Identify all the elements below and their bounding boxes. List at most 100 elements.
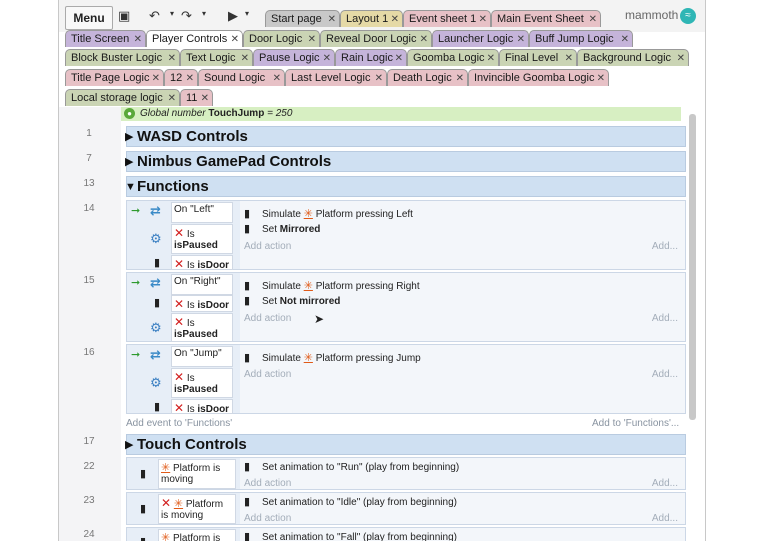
tab-layout-1[interactable]: Layout 1 ✕ [340, 10, 403, 27]
close-icon[interactable]: ✕ [391, 11, 399, 28]
redo-dropdown-icon[interactable]: ▾ [202, 9, 206, 18]
tab-goomba-logic[interactable]: Goomba Logic ✕ [407, 49, 499, 66]
tab-door-logic[interactable]: Door Logic ✕ [243, 30, 320, 47]
redo-icon[interactable]: ↷ [181, 7, 192, 25]
condition-on-left[interactable]: On "Left" [171, 202, 233, 223]
action-set-animation-fall[interactable]: Set animation to "Fall" (play from begin… [262, 532, 457, 541]
action-simulate-right[interactable]: Simulate ✳ Platform pressing Right [262, 279, 420, 292]
tab-final-level[interactable]: Final Level ✕ [499, 49, 577, 66]
event-on-jump[interactable]: ➞ ⇄ On "Jump" ⚙ ✕ Is isPaused ▮ ✕ Is isD… [126, 344, 686, 415]
event-platform-moving[interactable]: ▮ ✳ Platform is moving ▮ Set animation t… [126, 457, 686, 490]
condition-on-right[interactable]: On "Right" [171, 274, 233, 295]
tab-background-logic[interactable]: Background Logic ✕ [577, 49, 689, 66]
close-icon[interactable]: ✕ [456, 70, 464, 87]
condition-is-door[interactable]: ✕ Is isDoor [171, 255, 233, 271]
group-nimbus-gamepad-controls[interactable]: ▶ Nimbus GamePad Controls [125, 151, 686, 172]
tab-launcher-logic[interactable]: Launcher Logic ✕ [432, 30, 529, 47]
collapsed-triangle-icon[interactable]: ▶ [125, 435, 137, 455]
tab-invincible-goomba-logic[interactable]: Invincible Goomba Logic ✕ [468, 69, 609, 86]
close-icon[interactable]: ✕ [487, 50, 495, 67]
close-icon[interactable]: ✕ [375, 70, 383, 87]
close-icon[interactable]: ✕ [273, 70, 281, 87]
add-action-link[interactable]: Add action [244, 513, 291, 524]
tab-local-storage-logic[interactable]: Local storage logic ✕ [65, 89, 180, 106]
tab-11[interactable]: 11 ✕ [180, 89, 213, 106]
group-touch-controls[interactable]: ▶ Touch Controls [125, 434, 686, 455]
add-to-group-link[interactable]: Add to 'Functions'... [592, 418, 679, 429]
action-set-not-mirrored[interactable]: Set Not mirrored [262, 296, 340, 307]
add-menu-link[interactable]: Add... [652, 513, 678, 524]
close-icon[interactable]: ✕ [201, 90, 209, 107]
condition-is-paused[interactable]: ✕ Is isPaused [171, 224, 233, 254]
play-icon[interactable]: ▶ [228, 7, 238, 25]
collapsed-triangle-icon[interactable]: ▶ [125, 152, 137, 172]
close-icon[interactable]: ✕ [677, 50, 685, 67]
tab-last-level-logic[interactable]: Last Level Logic ✕ [285, 69, 387, 86]
condition-on-jump[interactable]: On "Jump" [171, 346, 233, 367]
action-set-mirrored[interactable]: Set Mirrored [262, 224, 320, 235]
event-platform-falling[interactable]: ▮ ✳ Platform is ▮ Set animation to "Fall… [126, 527, 686, 541]
add-action-link[interactable]: Add action [244, 241, 291, 252]
condition-is-paused[interactable]: ✕ Is isPaused [171, 313, 233, 342]
condition-platform-is-falling[interactable]: ✳ Platform is [158, 529, 236, 541]
tab-reveal-door-logic[interactable]: Reveal Door Logic ✕ [320, 30, 432, 47]
tab-player-controls[interactable]: Player Controls ✕ [146, 30, 243, 47]
close-icon[interactable]: ✕ [621, 31, 629, 48]
undo-dropdown-icon[interactable]: ▾ [170, 9, 174, 18]
close-icon[interactable]: ✕ [328, 11, 336, 28]
tab-sound-logic[interactable]: Sound Logic ✕ [198, 69, 285, 86]
add-action-link[interactable]: Add action [244, 313, 291, 324]
tab-title-page-logic[interactable]: Title Page Logic ✕ [65, 69, 164, 86]
close-icon[interactable]: ✕ [323, 50, 331, 67]
add-menu-link[interactable]: Add... [652, 313, 678, 324]
close-icon[interactable]: ✕ [241, 50, 249, 67]
close-icon[interactable]: ✕ [152, 70, 160, 87]
add-event-link[interactable]: Add event to 'Functions' [126, 418, 232, 429]
close-icon[interactable]: ✕ [168, 90, 176, 107]
close-icon[interactable]: ✕ [308, 31, 316, 48]
event-on-left[interactable]: ➞ ⇄ On "Left" ⚙ ✕ Is isPaused ▮ ✕ Is isD… [126, 200, 686, 271]
condition-platform-is-moving[interactable]: ✳ Platform is moving [158, 459, 236, 489]
tab-12[interactable]: 12 ✕ [164, 69, 198, 86]
global-variable-row[interactable]: ● Global number TouchJump = 250 [121, 107, 681, 121]
close-icon[interactable]: ✕ [589, 11, 597, 28]
close-icon[interactable]: ✕ [479, 11, 487, 28]
action-set-animation-idle[interactable]: Set animation to "Idle" (play from begin… [262, 497, 457, 508]
group-wasd-controls[interactable]: ▶ WASD Controls [125, 126, 686, 147]
tab-buff-jump-logic[interactable]: Buff Jump Logic ✕ [529, 30, 633, 47]
close-icon[interactable]: ✕ [168, 50, 176, 67]
tab-death-logic[interactable]: Death Logic ✕ [387, 69, 468, 86]
play-dropdown-icon[interactable]: ▾ [245, 9, 249, 18]
close-icon[interactable]: ✕ [231, 31, 239, 48]
tab-text-logic[interactable]: Text Logic ✕ [180, 49, 253, 66]
undo-icon[interactable]: ↶ [149, 7, 160, 25]
action-simulate-left[interactable]: Simulate ✳ Platform pressing Left [262, 207, 413, 220]
event-on-right[interactable]: ➞ ⇄ On "Right" ▮ ✕ Is isDoor ⚙ ✕ Is isPa… [126, 272, 686, 342]
action-set-animation-run[interactable]: Set animation to "Run" (play from beginn… [262, 462, 459, 473]
close-icon[interactable]: ✕ [420, 31, 428, 48]
close-icon[interactable]: ✕ [565, 50, 573, 67]
group-functions[interactable]: ▼Functions [125, 176, 686, 197]
add-menu-link[interactable]: Add... [652, 369, 678, 380]
tab-rain-logic[interactable]: Rain Logic ✕ [335, 49, 407, 66]
condition-is-door[interactable]: ✕ Is isDoor [171, 399, 233, 415]
condition-platform-not-moving[interactable]: ✕ ✳ Platform is moving [158, 494, 236, 524]
close-icon[interactable]: ✕ [597, 70, 605, 87]
tab-event-sheet-1[interactable]: Event sheet 1 ✕ [403, 10, 491, 27]
collapsed-triangle-icon[interactable]: ▶ [125, 127, 137, 147]
save-icon[interactable]: ▣ [118, 7, 130, 25]
close-icon[interactable]: ✕ [517, 31, 525, 48]
tab-main-event-sheet[interactable]: Main Event Sheet ✕ [491, 10, 601, 27]
tab-block-buster-logic[interactable]: Block Buster Logic ✕ [65, 49, 180, 66]
close-icon[interactable]: ✕ [395, 50, 403, 67]
tab-start-page[interactable]: Start page ✕ [265, 10, 340, 27]
action-simulate-jump[interactable]: Simulate ✳ Platform pressing Jump [262, 351, 421, 364]
condition-is-door[interactable]: ✕ Is isDoor [171, 295, 233, 312]
add-action-link[interactable]: Add action [244, 478, 291, 489]
add-menu-link[interactable]: Add... [652, 478, 678, 489]
menu-button[interactable]: Menu [65, 6, 113, 30]
close-icon[interactable]: ✕ [134, 31, 142, 48]
expanded-triangle-icon[interactable]: ▼ [125, 177, 137, 197]
add-action-link[interactable]: Add action [244, 369, 291, 380]
condition-is-paused[interactable]: ✕ Is isPaused [171, 368, 233, 398]
